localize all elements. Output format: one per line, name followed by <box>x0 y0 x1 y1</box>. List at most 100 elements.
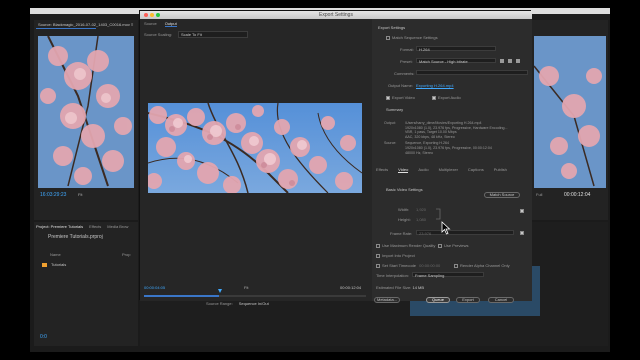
project-panel: Project: Premiere Tutorials Effects Medi… <box>34 222 138 346</box>
width-value[interactable]: 1,920 <box>416 207 426 212</box>
use-previews-label: Use Previews <box>444 243 469 248</box>
letterbox-top <box>0 0 640 8</box>
time-interpolation-value: Frame Sampling <box>415 272 445 278</box>
frame-rate-value: 23.976 <box>419 230 432 236</box>
frame-rate-override-checkbox[interactable] <box>520 231 524 235</box>
settings-tabs: Effects Video Audio Multiplexer Captions… <box>376 167 507 173</box>
start-timecode-value[interactable]: 00:00:00:00 <box>419 263 440 268</box>
program-timecode[interactable]: 00:00:12:04 <box>564 192 590 198</box>
dialog-titlebar[interactable]: Export Settings <box>140 11 532 19</box>
export-preview-image <box>148 103 362 193</box>
source-monitor: Source: Blackmagic_2016-07-02_1403_C0016… <box>34 20 138 220</box>
height-value[interactable]: 1,080 <box>416 217 426 222</box>
preview-playhead[interactable] <box>218 289 222 293</box>
tab-project[interactable]: Project: Premiere Tutorials <box>36 224 83 229</box>
source-zoom-select[interactable]: Fit <box>78 192 82 197</box>
summary-source-line: 48000 Hz, Stereo <box>405 150 433 155</box>
link-dimensions-icon[interactable] <box>434 207 444 221</box>
preview-duration: 00:00:12:04 <box>340 285 362 290</box>
source-blossom-image <box>38 36 134 188</box>
preset-select[interactable]: Match Source - High bitrate <box>416 58 496 64</box>
program-zoom-select[interactable]: Full <box>536 192 542 197</box>
export-settings-pane: Export Settings Match Sequence Settings … <box>372 19 532 303</box>
format-select[interactable]: H.264 <box>416 46 496 52</box>
time-interpolation-select[interactable]: Frame Sampling <box>412 272 484 278</box>
tab-media-browser[interactable]: Media Brow <box>107 224 128 229</box>
tab-effects-settings[interactable]: Effects <box>376 167 388 173</box>
tab-video-settings[interactable]: Video <box>398 167 409 173</box>
source-range-select[interactable]: Sequence In/Out <box>236 301 297 306</box>
summary-source-label: Source: <box>384 141 397 146</box>
source-monitor-tab[interactable]: Source: Blackmagic_2016-07-02_1403_C0016… <box>38 22 133 27</box>
project-column-prop[interactable]: Prop <box>122 252 130 257</box>
tab-source[interactable]: Source <box>144 21 157 27</box>
format-label: Format: <box>400 47 414 52</box>
start-timecode-row[interactable]: Set Start Timecode 00:00:00:00 <box>376 263 440 268</box>
use-previews-row[interactable]: Use Previews <box>438 243 468 248</box>
use-previews-checkbox[interactable] <box>438 243 442 248</box>
tab-captions[interactable]: Captions <box>468 167 484 173</box>
project-file-name: Premiere Tutorials.prproj <box>48 234 103 240</box>
preset-action-icons[interactable] <box>500 58 528 64</box>
render-alpha-row[interactable]: Render Alpha Channel Only <box>454 263 510 268</box>
project-tabs: Project: Premiere Tutorials Effects Medi… <box>36 224 128 229</box>
preview-zoom-select[interactable]: Fit <box>244 285 248 290</box>
export-audio-checkbox[interactable] <box>432 95 436 100</box>
program-monitor: Full 00:00:12:04 <box>532 20 608 220</box>
tab-output[interactable]: Output <box>164 21 177 27</box>
queue-button[interactable]: Queue <box>426 297 450 303</box>
export-button[interactable]: Export <box>456 297 480 303</box>
import-project-row[interactable]: Import Into Project <box>376 253 415 258</box>
tab-publish[interactable]: Publish <box>494 167 507 173</box>
import-project-checkbox[interactable] <box>376 253 380 258</box>
export-settings-dialog: Export Settings Source Output Source Sca… <box>139 10 532 306</box>
basic-video-settings-heading[interactable]: Basic Video Settings <box>386 187 423 192</box>
output-name-link[interactable]: Exporting H.264.mp4 <box>416 83 454 88</box>
match-sequence-checkbox[interactable] <box>386 35 390 40</box>
summary-heading[interactable]: Summary <box>386 107 403 112</box>
height-label: Height: <box>398 217 411 222</box>
tab-audio-settings[interactable]: Audio <box>418 167 428 173</box>
project-folder-row[interactable]: Tutorials <box>42 262 66 267</box>
width-override-checkbox[interactable] <box>520 209 524 213</box>
project-folder-label: Tutorials <box>51 262 67 267</box>
preset-value: Match Source - High bitrate <box>419 58 468 64</box>
comments-label: Comments: <box>394 71 415 76</box>
export-video-checkbox[interactable] <box>386 95 390 100</box>
preview-current-time[interactable]: 00:00:04:05 <box>144 285 165 290</box>
match-sequence-row[interactable]: Match Sequence Settings <box>386 35 438 40</box>
preview-scrub-bar[interactable] <box>144 295 366 297</box>
render-alpha-label: Render Alpha Channel Only <box>460 263 510 268</box>
frame-rate-select[interactable]: 23.976 <box>416 230 514 236</box>
export-video-row[interactable]: Export Video <box>386 95 415 100</box>
source-video-frame <box>38 36 134 188</box>
tab-effects[interactable]: Effects <box>89 224 101 229</box>
summary-output-label: Output: <box>384 121 396 125</box>
project-column-name[interactable]: Name <box>50 252 61 257</box>
export-audio-row[interactable]: Export Audio <box>432 95 461 100</box>
max-render-checkbox[interactable] <box>376 243 380 248</box>
source-scaling-select[interactable]: Scale To Fit <box>178 31 249 38</box>
cancel-button[interactable]: Cancel <box>488 297 514 303</box>
source-timecode[interactable]: 16:03:29:23 <box>40 192 66 198</box>
source-scaling-label: Source Scaling: <box>144 32 173 37</box>
metadata-button[interactable]: Metadata... <box>374 297 400 303</box>
timeline-timecode: 0:0 <box>40 334 47 340</box>
comments-input[interactable] <box>416 70 528 75</box>
dialog-title: Export Settings <box>319 12 353 18</box>
output-name-label: Output Name: <box>388 83 413 88</box>
tab-multiplexer[interactable]: Multiplexer <box>439 167 458 173</box>
source-range-row: Source Range: Sequence In/Out <box>206 301 297 306</box>
letterbox-bottom <box>0 352 640 360</box>
program-video-frame <box>534 36 606 188</box>
match-sequence-label: Match Sequence Settings <box>392 35 438 40</box>
render-alpha-checkbox[interactable] <box>454 263 458 268</box>
export-settings-heading[interactable]: Export Settings <box>378 25 405 30</box>
max-render-row[interactable]: Use Maximum Render Quality <box>376 243 435 248</box>
save-preset-icon <box>500 59 504 63</box>
summary-source-line: 1920x1080 (1.0), 23.976 fps, Progressive… <box>405 145 492 150</box>
width-label: Width: <box>398 207 410 212</box>
export-audio-label: Export Audio <box>438 95 461 100</box>
match-source-button[interactable]: Match Source <box>484 192 520 198</box>
start-timecode-checkbox[interactable] <box>376 263 380 268</box>
